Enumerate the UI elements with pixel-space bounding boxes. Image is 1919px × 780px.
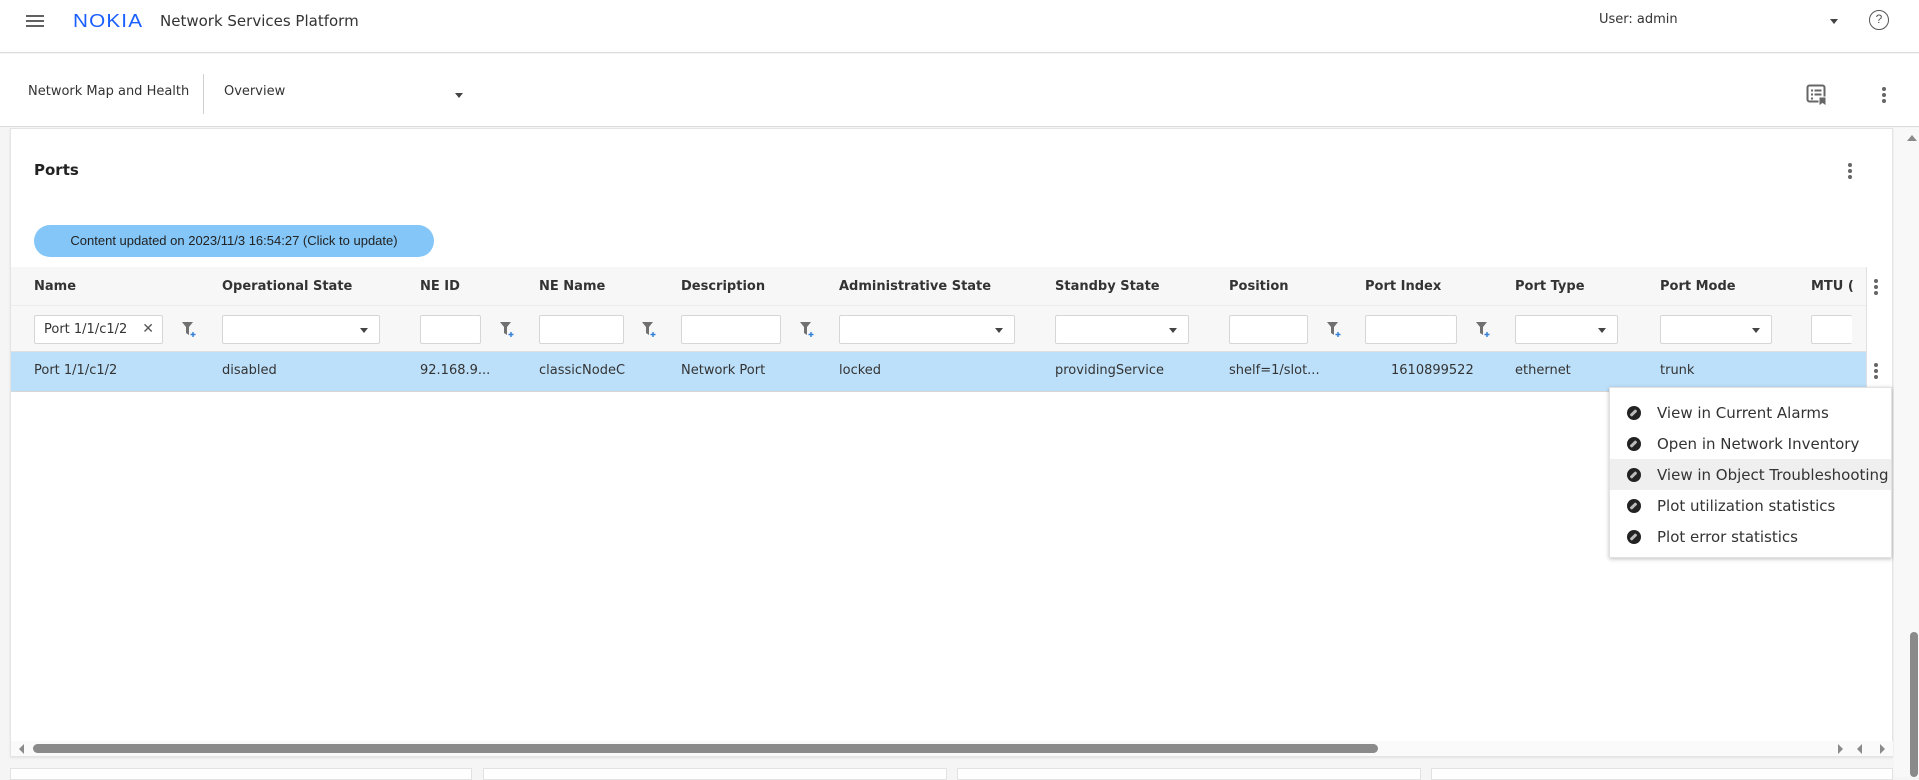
scroll-right-arrow-icon[interactable] — [1880, 744, 1885, 754]
scroll-up-arrow-icon[interactable] — [1907, 135, 1917, 141]
help-icon[interactable]: ? — [1869, 10, 1889, 30]
add-filter-icon[interactable] — [1474, 320, 1492, 338]
menu-item-open-in-network-inventory[interactable]: Open in Network Inventory — [1610, 428, 1891, 459]
vertical-scrollbar-thumb[interactable] — [1910, 632, 1918, 777]
cell-port-type: ethernet — [1515, 363, 1571, 378]
scroll-right-arrow-icon[interactable] — [1838, 744, 1843, 754]
menu-item-label: View in Object Troubleshooting — [1657, 465, 1889, 484]
column-header-mtu[interactable]: MTU (I — [1811, 279, 1853, 294]
mtu-filter-input[interactable] — [1811, 315, 1852, 344]
column-header-standby-state[interactable]: Standby State — [1055, 279, 1160, 294]
cell-administrative-state: locked — [839, 363, 882, 378]
position-filter-input[interactable] — [1229, 315, 1308, 344]
pinned-column-divider — [1866, 267, 1867, 392]
user-menu-chevron-down-icon[interactable] — [1830, 19, 1838, 24]
dashboard-card — [1431, 768, 1893, 780]
column-header-port-mode[interactable]: Port Mode — [1660, 279, 1736, 294]
table-row[interactable] — [11, 352, 1866, 392]
port-mode-filter-select[interactable] — [1660, 315, 1772, 344]
column-header-operational-state[interactable]: Operational State — [222, 279, 352, 294]
page-more-options-icon[interactable] — [1880, 84, 1888, 106]
add-filter-icon[interactable] — [640, 320, 658, 338]
dashboard-card — [957, 768, 1421, 780]
compass-icon — [1627, 467, 1641, 482]
cell-operational-state: disabled — [222, 363, 277, 378]
add-filter-icon[interactable] — [180, 320, 198, 338]
view-selector-dropdown[interactable]: Overview — [224, 84, 464, 104]
column-header-administrative-state[interactable]: Administrative State — [839, 279, 991, 294]
dashboard-card — [10, 768, 472, 780]
saved-views-bookmark-icon[interactable] — [1806, 84, 1828, 106]
user-menu-label[interactable]: User: admin — [1599, 12, 1678, 27]
port-type-filter-select[interactable] — [1515, 315, 1618, 344]
content-updated-banner[interactable]: Content updated on 2023/11/3 16:54:27 (C… — [34, 225, 434, 257]
page-header: Network Map and Health Overview — [0, 54, 1919, 127]
standby-state-filter-select[interactable] — [1055, 315, 1189, 344]
compass-icon — [1627, 405, 1641, 420]
cell-ne-id: 92.168.9... — [420, 363, 491, 378]
menu-item-label: Open in Network Inventory — [1657, 434, 1860, 453]
ne-name-filter-input[interactable] — [539, 315, 624, 344]
add-filter-icon[interactable] — [498, 320, 516, 338]
ne-id-filter-input[interactable] — [420, 315, 481, 344]
menu-item-label: View in Current Alarms — [1657, 403, 1829, 422]
row-actions-icon[interactable] — [1872, 360, 1880, 382]
cell-name: Port 1/1/c1/2 — [34, 363, 118, 378]
column-header-port-type[interactable]: Port Type — [1515, 279, 1585, 294]
column-header-port-index[interactable]: Port Index — [1365, 279, 1441, 294]
name-filter-value: Port 1/1/c1/2 — [44, 322, 128, 337]
menu-item-view-in-current-alarms[interactable]: View in Current Alarms — [1610, 397, 1891, 428]
panel-title: Ports — [34, 161, 79, 179]
compass-icon — [1627, 436, 1641, 451]
menu-item-plot-error-statistics[interactable]: Plot error statistics — [1610, 521, 1891, 552]
column-header-name[interactable]: Name — [34, 279, 76, 294]
panel-more-options-icon[interactable] — [1846, 160, 1854, 182]
add-filter-icon[interactable] — [798, 320, 816, 338]
cell-standby-state: providingService — [1055, 363, 1164, 378]
menu-item-label: Plot error statistics — [1657, 527, 1798, 546]
hamburger-menu-icon[interactable] — [26, 15, 44, 29]
header-divider — [203, 74, 204, 114]
cell-description: Network Port — [681, 363, 766, 378]
menu-item-label: Plot utilization statistics — [1657, 496, 1836, 515]
menu-item-plot-utilization-statistics[interactable]: Plot utilization statistics — [1610, 490, 1891, 521]
administrative-state-filter-select[interactable] — [839, 315, 1015, 344]
column-header-description[interactable]: Description — [681, 279, 765, 294]
horizontal-scrollbar-thumb[interactable] — [33, 744, 1378, 753]
description-filter-input[interactable] — [681, 315, 781, 344]
column-header-ne-id[interactable]: NE ID — [420, 279, 460, 294]
breadcrumb[interactable]: Network Map and Health — [28, 84, 189, 99]
column-header-position[interactable]: Position — [1229, 279, 1289, 294]
port-index-filter-input[interactable] — [1365, 315, 1457, 344]
scroll-left-arrow-icon[interactable] — [19, 744, 24, 754]
cell-ne-name: classicNodeC — [539, 363, 626, 378]
clear-filter-icon[interactable]: ✕ — [142, 316, 154, 343]
dashboard-card — [483, 768, 947, 780]
row-context-menu: View in Current Alarms Open in Network I… — [1609, 387, 1892, 558]
top-bar: NOKIA Network Services Platform User: ad… — [0, 0, 1919, 53]
cell-position: shelf=1/slot... — [1229, 363, 1320, 378]
nokia-logo: NOKIA — [73, 11, 144, 31]
compass-icon — [1627, 529, 1641, 544]
name-filter-input[interactable]: Port 1/1/c1/2 ✕ — [34, 315, 163, 344]
app-title: Network Services Platform — [160, 12, 359, 30]
compass-icon — [1627, 498, 1641, 513]
column-header-ne-name[interactable]: NE Name — [539, 279, 605, 294]
menu-item-view-in-object-troubleshooting[interactable]: View in Object Troubleshooting — [1610, 459, 1891, 490]
scroll-left-arrow-icon[interactable] — [1857, 744, 1862, 754]
add-filter-icon[interactable] — [1325, 320, 1343, 338]
cell-port-mode: trunk — [1660, 363, 1695, 378]
column-options-icon[interactable] — [1872, 276, 1880, 298]
view-selector-chevron-down-icon[interactable] — [455, 93, 463, 98]
operational-state-filter-select[interactable] — [222, 315, 380, 344]
cell-port-index: 1610899522 — [1391, 363, 1474, 378]
